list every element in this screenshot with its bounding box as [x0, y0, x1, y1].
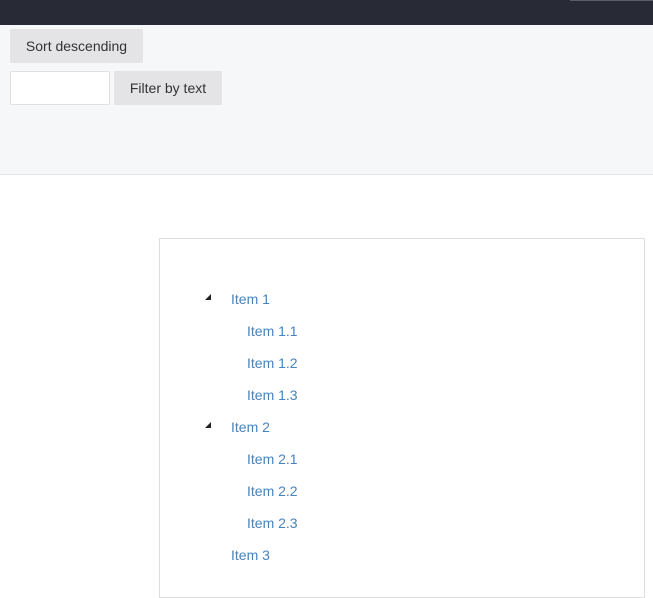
tree-node-item-1: Item 1 [160, 283, 644, 315]
expanded-triangle-icon[interactable] [205, 422, 213, 430]
sort-descending-button[interactable]: Sort descending [10, 29, 143, 63]
tree-node-label[interactable]: Item 2.3 [247, 507, 298, 539]
tree-node-item-1-1: Item 1.1 [160, 315, 644, 347]
tree-panel: Item 1 Item 1.1 Item 1.2 Item 1.3 Item 2… [159, 238, 645, 598]
tree-node-item-2: Item 2 [160, 411, 644, 443]
tree-node-label[interactable]: Item 1.2 [247, 347, 298, 379]
tree-node-item-1-2: Item 1.2 [160, 347, 644, 379]
toolbar: Sort descending Filter by text [0, 25, 653, 175]
tree-node-item-1-3: Item 1.3 [160, 379, 644, 411]
tree-node-label[interactable]: Item 2 [231, 411, 270, 443]
tree-node-label[interactable]: Item 2.2 [247, 475, 298, 507]
tree-node-label[interactable]: Item 1.3 [247, 379, 298, 411]
top-bar [0, 0, 653, 25]
tree-node-item-2-3: Item 2.3 [160, 507, 644, 539]
tree-node-label[interactable]: Item 3 [231, 539, 270, 571]
tree-node-label[interactable]: Item 1 [231, 283, 270, 315]
tree-list: Item 1 Item 1.1 Item 1.2 Item 1.3 Item 2… [160, 283, 644, 571]
expanded-triangle-icon[interactable] [205, 294, 213, 302]
tree-node-item-2-1: Item 2.1 [160, 443, 644, 475]
tree-node-item-2-2: Item 2.2 [160, 475, 644, 507]
tree-node-label[interactable]: Item 2.1 [247, 443, 298, 475]
tree-node-item-3: Item 3 [160, 539, 644, 571]
filter-text-input[interactable] [10, 71, 110, 105]
top-bar-accent [570, 0, 653, 1]
filter-by-text-button[interactable]: Filter by text [114, 71, 222, 105]
tree-node-label[interactable]: Item 1.1 [247, 315, 298, 347]
